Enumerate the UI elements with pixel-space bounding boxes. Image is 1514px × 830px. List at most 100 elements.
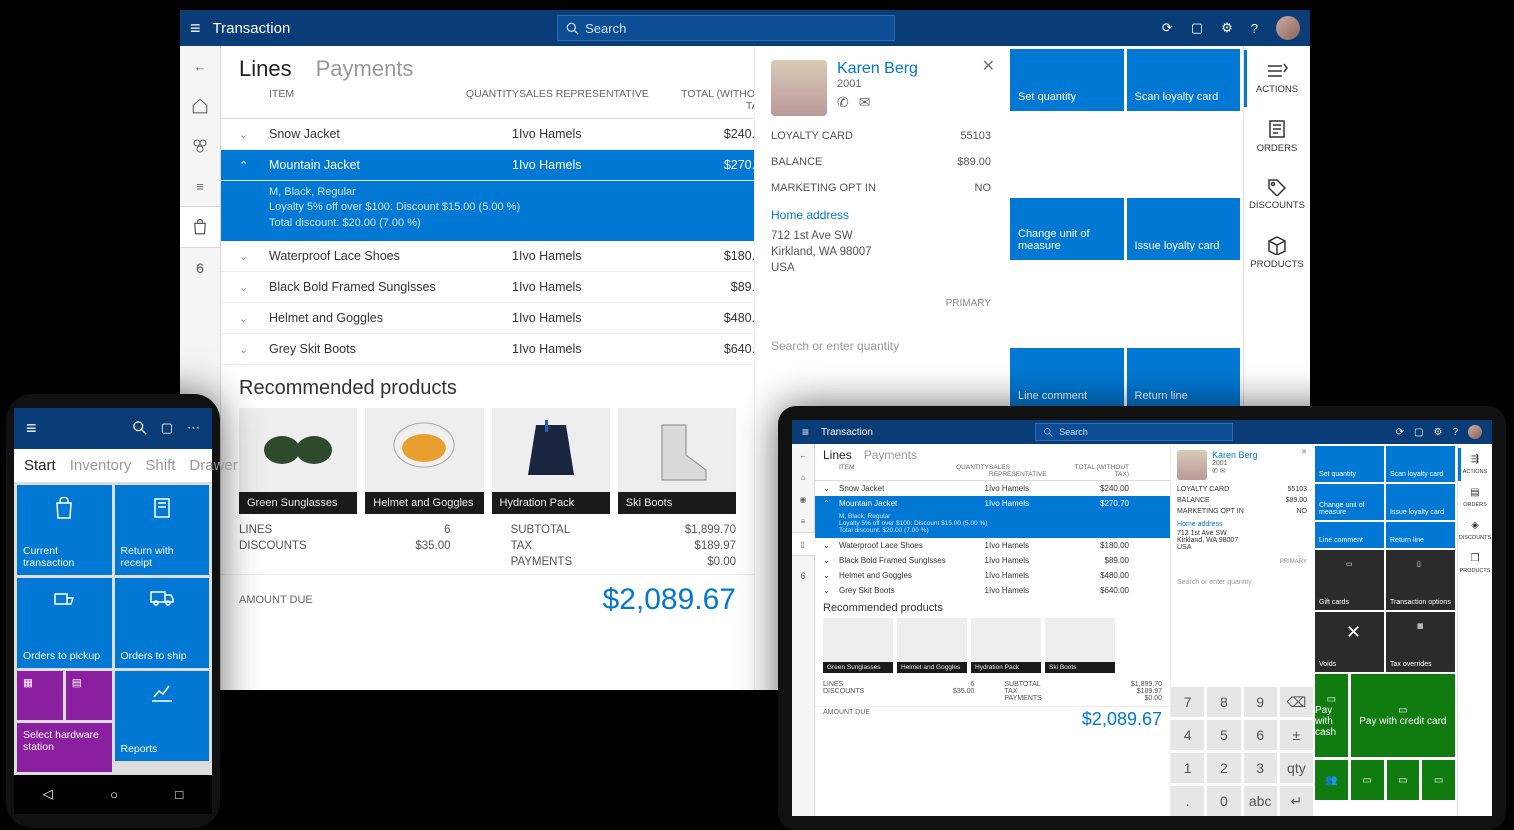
bag-icon[interactable] (180, 206, 221, 248)
key-backspace[interactable]: ⌫ (1280, 687, 1313, 717)
nav-recent-icon[interactable]: □ (175, 787, 183, 802)
tile-pay-sub3[interactable]: ▭ (1387, 760, 1420, 800)
key-2[interactable]: 2 (1207, 753, 1240, 783)
tile-orders-ship[interactable]: Orders to ship (115, 578, 210, 668)
phone-tab-start[interactable]: Start (24, 457, 56, 474)
search-quantity-prompt[interactable]: Search or enter quantity (771, 339, 991, 353)
product-card[interactable]: Hydration Pack (492, 408, 610, 514)
tile-pay-cash[interactable]: ▭Pay with cash (1315, 674, 1348, 757)
tile-change-uom[interactable]: Change unit of measure (1315, 484, 1384, 520)
key-plusminus[interactable]: ± (1280, 720, 1313, 750)
nav-back-icon[interactable]: ◁ (43, 786, 53, 802)
tab-lines[interactable]: Lines (239, 56, 292, 82)
line-row[interactable]: ⌄Black Bold Framed Sunglsses1Ivo Hamels$… (815, 553, 1170, 568)
menu-icon[interactable]: ≡ (802, 425, 809, 439)
key-dot[interactable]: . (1171, 786, 1204, 816)
line-row[interactable]: ⌄Snow Jacket1Ivo Hamels$240.00 (221, 119, 754, 150)
tile-return-line[interactable]: Return line (1127, 348, 1241, 410)
menu-icon[interactable]: ≡ (26, 418, 37, 439)
tile-set-quantity[interactable]: Set quantity (1315, 446, 1384, 482)
tile-return-line[interactable]: Return line (1386, 522, 1455, 548)
tile-hardware-station[interactable]: Select hardware station (17, 723, 112, 772)
rail-discounts[interactable]: DISCOUNTS (1244, 166, 1310, 223)
phone-tab-inventory[interactable]: Inventory (70, 457, 132, 474)
tile-orders-pickup[interactable]: Orders to pickup (17, 578, 112, 668)
key-abc[interactable]: abc (1244, 786, 1277, 816)
key-enter[interactable]: ↵ (1280, 786, 1313, 816)
tile-pay-sub1[interactable]: 👥 (1315, 760, 1348, 800)
help-icon[interactable]: ? (1452, 427, 1458, 438)
key-qty[interactable]: qty (1280, 753, 1313, 783)
phone-tab-shift[interactable]: Shift (145, 457, 175, 474)
home-icon[interactable] (180, 86, 220, 126)
key-9[interactable]: 9 (1244, 687, 1277, 717)
tile-pay-sub4[interactable]: ▭ (1422, 760, 1455, 800)
line-row-selected[interactable]: ⌃Mountain Jacket1Ivo Hamels$270.70 (815, 496, 1170, 511)
mail-icon[interactable]: ✉ (859, 94, 871, 111)
tile-gift-cards[interactable]: ▭Gift cards (1315, 550, 1384, 610)
rail-actions[interactable]: ⇶ACTIONS (1458, 448, 1492, 481)
line-row[interactable]: ⌄Black Bold Framed Sunglsses1Ivo Hamels$… (221, 272, 754, 303)
tile-hw-sub1[interactable]: ▦ (17, 671, 63, 720)
line-row[interactable]: ⌄Waterproof Lace Shoes1Ivo Hamels$180.00 (815, 538, 1170, 553)
product-card[interactable]: Hydration Pack (971, 618, 1041, 673)
nav-home-icon[interactable]: ○ (110, 787, 118, 802)
tile-return-receipt[interactable]: Return with receipt (115, 485, 210, 575)
product-card[interactable]: Ski Boots (618, 408, 736, 514)
product-card[interactable]: Helmet and Goggles (897, 618, 967, 673)
line-row[interactable]: ⌄Helmet and Goggles1Ivo Hamels$480.00 (221, 303, 754, 334)
tile-issue-loyalty[interactable]: Issue loyalty card (1127, 198, 1241, 260)
key-3[interactable]: 3 (1244, 753, 1277, 783)
tile-issue-loyalty[interactable]: Issue loyalty card (1386, 484, 1455, 520)
chat-icon[interactable]: ▢ (1414, 427, 1423, 438)
search-input[interactable]: Search (557, 15, 895, 41)
catalog-icon[interactable] (180, 126, 220, 166)
menu-icon[interactable]: ≡ (190, 18, 201, 39)
list-icon[interactable]: ≡ (180, 166, 220, 206)
more-icon[interactable]: ⋯ (187, 420, 200, 436)
tile-tax-overrides[interactable]: ▦Tax overrides (1386, 612, 1455, 672)
user-avatar[interactable] (1468, 425, 1482, 439)
settings-icon[interactable]: ⚙ (1221, 20, 1233, 36)
key-7[interactable]: 7 (1171, 687, 1204, 717)
key-8[interactable]: 8 (1207, 687, 1240, 717)
back-icon[interactable]: ← (180, 46, 220, 86)
tile-pay-sub2[interactable]: ▭ (1351, 760, 1384, 800)
close-icon[interactable]: ✕ (982, 56, 995, 76)
search-input[interactable]: Search (1035, 423, 1233, 441)
product-card[interactable]: Helmet and Goggles (365, 408, 483, 514)
search-icon[interactable] (133, 421, 147, 435)
settings-icon[interactable]: ⚙ (1433, 427, 1442, 438)
tile-line-comment[interactable]: Line comment (1315, 522, 1384, 548)
tile-change-uom[interactable]: Change unit of measure (1010, 198, 1124, 260)
home-address-link[interactable]: Home address (771, 208, 991, 222)
help-icon[interactable]: ? (1251, 21, 1258, 36)
customer-name[interactable]: Karen Berg (837, 60, 918, 78)
user-avatar[interactable] (1276, 16, 1300, 40)
key-4[interactable]: 4 (1171, 720, 1204, 750)
line-row[interactable]: ⌄Helmet and Goggles1Ivo Hamels$480.00 (815, 568, 1170, 583)
rail-products[interactable]: PRODUCTS (1244, 223, 1310, 282)
tile-pay-credit[interactable]: ▭Pay with credit card (1351, 674, 1455, 757)
chat-icon[interactable]: ▢ (1191, 20, 1203, 36)
rail-orders[interactable]: ▤ORDERS (1458, 481, 1492, 514)
product-card[interactable]: Green Sunglasses (239, 408, 357, 514)
tile-hw-sub2[interactable]: ▤ (66, 671, 112, 720)
rail-products[interactable]: ❒PRODUCTS (1458, 547, 1492, 580)
rail-actions[interactable]: ACTIONS (1244, 50, 1310, 107)
product-card[interactable]: Ski Boots (1045, 618, 1115, 673)
tile-line-comment[interactable]: Line comment (1010, 348, 1124, 410)
rail-orders[interactable]: ORDERS (1244, 107, 1310, 166)
chat-icon[interactable]: ▢ (161, 420, 173, 436)
tile-voids[interactable]: ✕Voids (1315, 612, 1384, 672)
line-row-selected[interactable]: ⌃Mountain Jacket1Ivo Hamels$270.70 (221, 150, 754, 181)
key-0[interactable]: 0 (1207, 786, 1240, 816)
line-row[interactable]: ⌄Waterproof Lace Shoes1Ivo Hamels$180.00 (221, 241, 754, 272)
line-row[interactable]: ⌄Grey Skit Boots1Ivo Hamels$640.00 (221, 334, 754, 365)
tile-scan-loyalty[interactable]: Scan loyalty card (1386, 446, 1455, 482)
tile-current-transaction[interactable]: Current transaction (17, 485, 112, 575)
tile-reports[interactable]: Reports (115, 671, 210, 761)
tile-transaction-options[interactable]: ▯Transaction options (1386, 550, 1455, 610)
refresh-icon[interactable]: ⟳ (1396, 427, 1404, 438)
tab-payments[interactable]: Payments (316, 56, 414, 82)
